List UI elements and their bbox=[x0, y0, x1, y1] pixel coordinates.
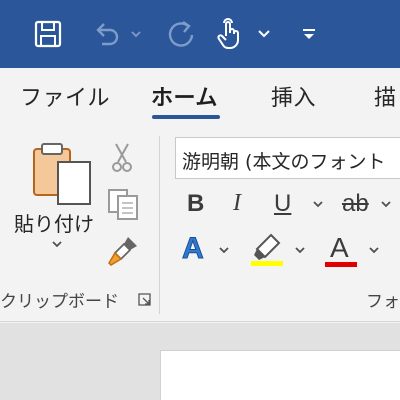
active-tab-indicator bbox=[152, 115, 220, 119]
format-painter-icon bbox=[108, 237, 137, 266]
customize-toolbar-button[interactable] bbox=[296, 0, 322, 68]
cut-button[interactable] bbox=[108, 142, 136, 174]
copy-button[interactable] bbox=[106, 187, 140, 221]
font-color-button[interactable]: A bbox=[330, 232, 349, 264]
tab-draw[interactable]: 描 bbox=[374, 80, 397, 112]
customize-toolbar-icon bbox=[303, 29, 315, 39]
font-color-dropdown[interactable] bbox=[368, 244, 380, 258]
chevron-down-icon bbox=[131, 31, 141, 38]
save-button[interactable] bbox=[28, 0, 68, 68]
font-name-value: 游明朝 (本文のフォント bbox=[182, 151, 386, 173]
clipboard-paste-icon bbox=[33, 143, 91, 205]
chevron-down-icon bbox=[295, 247, 305, 254]
group-separator bbox=[159, 136, 160, 314]
touch-mode-icon bbox=[217, 18, 239, 49]
strikethrough-button[interactable]: ab bbox=[342, 190, 369, 218]
font-name-combobox[interactable]: 游明朝 (本文のフォント bbox=[175, 137, 400, 179]
dialog-launcher-icon bbox=[138, 293, 151, 306]
scissors-icon bbox=[112, 143, 132, 172]
tab-insert[interactable]: 挿入 bbox=[271, 80, 316, 112]
undo-icon bbox=[96, 23, 119, 46]
undo-dropdown[interactable] bbox=[128, 0, 144, 68]
highlight-dropdown[interactable] bbox=[294, 244, 306, 258]
paste-label[interactable]: 貼り付け bbox=[14, 208, 94, 237]
undo-button[interactable] bbox=[88, 0, 124, 68]
chevron-down-icon bbox=[369, 247, 379, 254]
save-icon bbox=[34, 20, 62, 48]
tab-file[interactable]: ファイル bbox=[20, 80, 110, 112]
redo-button[interactable] bbox=[160, 0, 202, 68]
text-effects-button[interactable]: A bbox=[182, 232, 205, 266]
paste-button[interactable] bbox=[26, 140, 96, 208]
chevron-down-icon bbox=[258, 30, 270, 38]
clipboard-group-label: クリップボード bbox=[0, 292, 119, 312]
format-painter-button[interactable] bbox=[106, 234, 140, 268]
touch-mode-button[interactable] bbox=[210, 0, 246, 68]
font-group-label: フォ bbox=[366, 292, 400, 312]
tab-home[interactable]: ホーム bbox=[151, 80, 218, 112]
highlighter-icon bbox=[251, 233, 283, 266]
chevron-down-icon bbox=[219, 247, 229, 254]
quick-access-toolbar bbox=[0, 0, 400, 68]
font-color-swatch bbox=[325, 262, 357, 267]
paste-dropdown[interactable] bbox=[51, 238, 63, 253]
clipboard-dialog-launcher[interactable] bbox=[138, 292, 152, 306]
more-font-options-dropdown[interactable] bbox=[380, 198, 392, 212]
touch-mode-dropdown[interactable] bbox=[254, 0, 274, 68]
highlight-button[interactable] bbox=[251, 232, 285, 268]
redo-icon bbox=[168, 21, 194, 47]
chevron-down-icon bbox=[313, 201, 323, 208]
italic-button[interactable]: I bbox=[233, 190, 241, 217]
text-effects-dropdown[interactable] bbox=[218, 244, 230, 258]
chevron-down-icon bbox=[381, 201, 391, 208]
underline-button[interactable]: U bbox=[274, 190, 291, 218]
document-page[interactable] bbox=[160, 350, 400, 400]
bold-button[interactable]: B bbox=[187, 190, 204, 218]
chevron-down-icon bbox=[52, 241, 62, 248]
underline-dropdown[interactable] bbox=[312, 198, 324, 212]
copy-icon bbox=[108, 189, 138, 220]
